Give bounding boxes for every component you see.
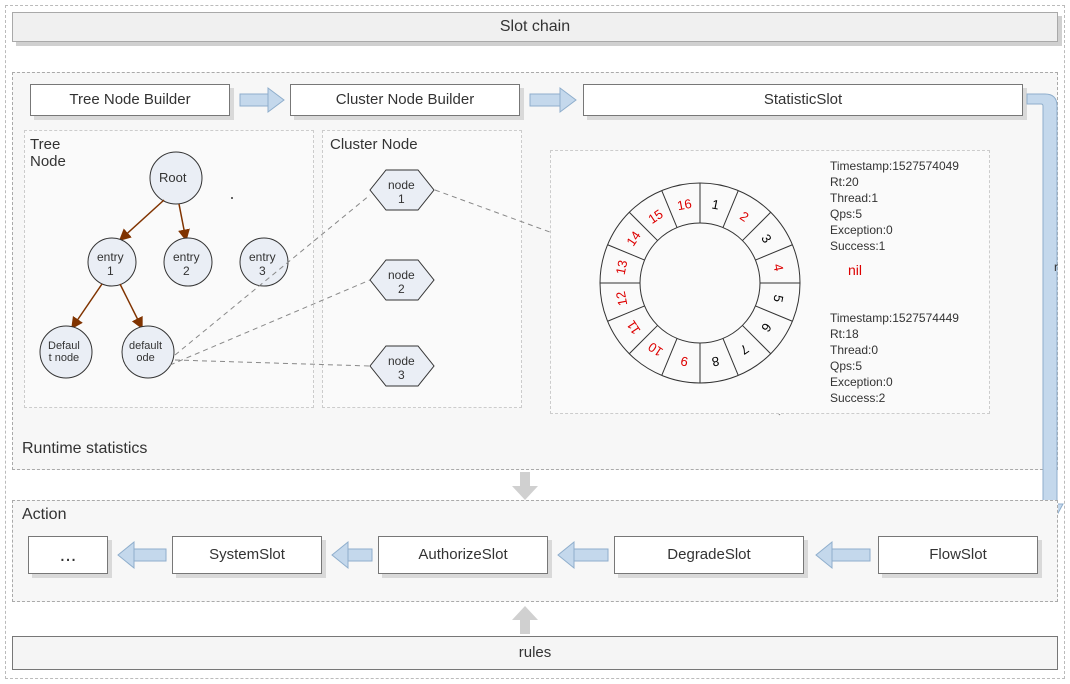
action-label: Action	[22, 506, 66, 524]
arrow-degrade-to-authorize	[554, 540, 610, 570]
wheel-segment-4: 4	[770, 262, 786, 272]
wheel-segment-15: 15	[645, 206, 665, 227]
wheel-segment-10: 10	[645, 339, 665, 360]
marker-r: r	[1054, 260, 1058, 274]
cluster-node1-label: node 1	[388, 178, 415, 206]
degrade-slot-box: DegradeSlot	[614, 536, 804, 574]
arrow-runtime-to-action	[510, 472, 540, 502]
stats2-timestamp: Timestamp:1527574449	[830, 310, 959, 326]
stats1-timestamp: Timestamp:1527574049	[830, 158, 959, 174]
wheel-segment-6: 6	[758, 320, 774, 334]
wheel-segment-9: 9	[679, 353, 689, 369]
system-slot-box: SystemSlot	[172, 536, 322, 574]
cluster-node-builder-label: Cluster Node Builder	[290, 84, 520, 116]
stats1-exception: Exception:0	[830, 222, 959, 238]
wheel-segment-16: 16	[676, 196, 693, 214]
cluster-node-builder-box: Cluster Node Builder	[290, 84, 520, 116]
more-slot-box: ...	[28, 536, 108, 574]
tree-root-label: Root	[159, 170, 186, 185]
stats1-rt: Rt:20	[830, 174, 959, 190]
rules-box: rules	[12, 636, 1058, 670]
tree-entry3-label: entry 3	[249, 250, 276, 278]
stats1-success: Success:1	[830, 238, 959, 254]
cluster-node2-label: node 2	[388, 268, 415, 296]
wheel-segment-7: 7	[737, 341, 751, 357]
stats2-thread: Thread:0	[830, 342, 959, 358]
degrade-slot-label: DegradeSlot	[614, 536, 804, 574]
tree-default2-label: default ode	[129, 340, 162, 364]
authorize-slot-label: AuthorizeSlot	[378, 536, 548, 574]
flow-slot-box: FlowSlot	[878, 536, 1038, 574]
arrow-tree-to-cluster	[238, 86, 286, 114]
wheel-svg: 12345678910111213141516	[570, 155, 830, 411]
diagram-title: Slot chain	[12, 12, 1058, 42]
stats1-qps: Qps:5	[830, 206, 959, 222]
nil-label: nil	[848, 262, 862, 278]
tree-node-builder-box: Tree Node Builder	[30, 84, 230, 116]
tree-entry1-label: entry 1	[97, 250, 124, 278]
flow-slot-label: FlowSlot	[878, 536, 1038, 574]
wheel-segment-14: 14	[623, 228, 644, 248]
tree-default1-label: Defaul t node	[48, 340, 80, 364]
wheel-segment-3: 3	[758, 231, 774, 245]
cluster-node-svg	[322, 130, 522, 408]
stats-block-1: Timestamp:1527574049 Rt:20 Thread:1 Qps:…	[830, 158, 959, 254]
arrow-system-to-more	[114, 540, 168, 570]
wheel-segment-13: 13	[613, 259, 631, 276]
stats2-rt: Rt:18	[830, 326, 959, 342]
stats2-qps: Qps:5	[830, 358, 959, 374]
authorize-slot-box: AuthorizeSlot	[378, 536, 548, 574]
runtime-statistics-label: Runtime statistics	[22, 440, 147, 458]
tree-node-builder-label: Tree Node Builder	[30, 84, 230, 116]
stats2-success: Success:2	[830, 390, 959, 406]
system-slot-label: SystemSlot	[172, 536, 322, 574]
wheel-segment-5: 5	[770, 294, 786, 304]
wheel-segment-11: 11	[623, 318, 643, 338]
rules-label: rules	[12, 636, 1058, 670]
arrow-statistic-to-flow	[1025, 86, 1065, 534]
arrow-rules-to-action	[510, 604, 540, 636]
arrow-flow-to-degrade	[812, 540, 872, 570]
arrow-authorize-to-system	[328, 540, 374, 570]
wheel-segment-2: 2	[737, 208, 751, 224]
statistic-slot-label: StatisticSlot	[583, 84, 1023, 116]
tree-entry2-label: entry 2	[173, 250, 200, 278]
wheel-segment-12: 12	[613, 290, 631, 307]
arrow-cluster-to-statistic	[528, 86, 578, 114]
statistic-slot-box: StatisticSlot	[583, 84, 1023, 116]
stats-block-2: Timestamp:1527574449 Rt:18 Thread:0 Qps:…	[830, 310, 959, 406]
stats1-thread: Thread:1	[830, 190, 959, 206]
wheel-segment-1: 1	[711, 196, 721, 212]
cluster-node3-label: node 3	[388, 354, 415, 382]
wheel-segment-8: 8	[711, 353, 721, 369]
stats2-exception: Exception:0	[830, 374, 959, 390]
more-slot-label: ...	[28, 536, 108, 574]
